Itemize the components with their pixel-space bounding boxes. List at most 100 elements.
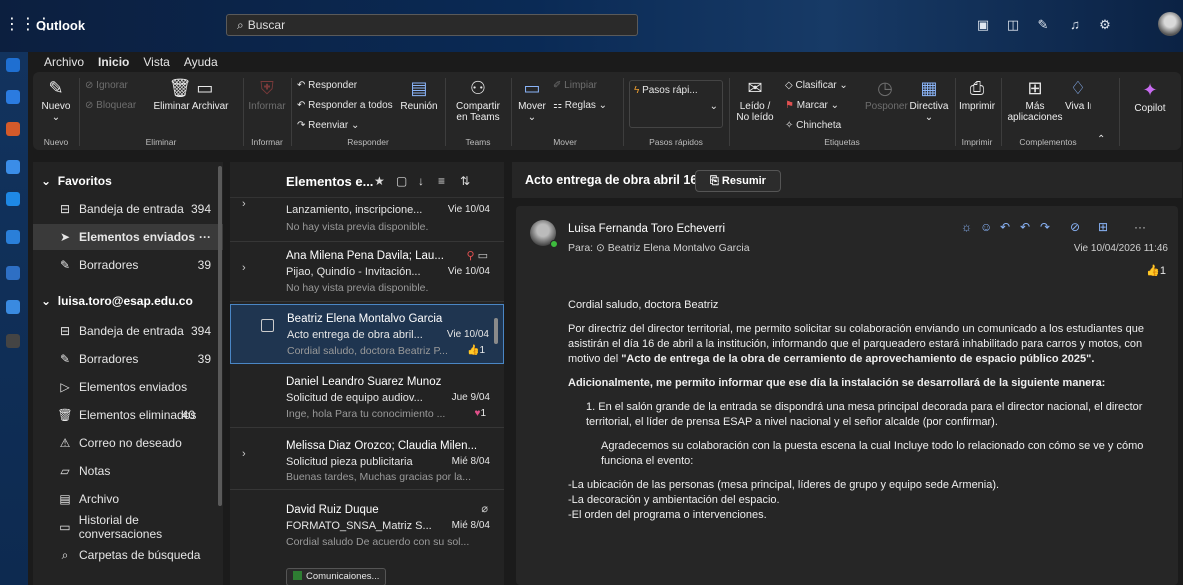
ignore-button[interactable]: ⊘ Ignorar xyxy=(85,80,128,91)
quick-steps-gallery[interactable]: ϟ Pasos rápi... ⌄ xyxy=(629,80,723,128)
sun-icon[interactable]: ☼ xyxy=(961,220,972,234)
acc-item-junk[interactable]: ⚠ Correo no deseado xyxy=(33,430,223,456)
todo-app-icon[interactable] xyxy=(6,192,20,206)
copilot-button[interactable]: ✦ Copilot xyxy=(1127,80,1173,114)
onedrive-app-icon[interactable] xyxy=(6,300,20,314)
fav-item-drafts[interactable]: ✎ Borradores 39 xyxy=(33,252,223,278)
people-app-icon[interactable] xyxy=(6,160,20,174)
filter-icon[interactable]: ≡ xyxy=(438,174,445,188)
acc-item-notes[interactable]: ▱ Notas xyxy=(33,458,223,484)
reply-icon[interactable]: ↶ xyxy=(1000,220,1010,234)
message-preview: Cordial saludo De acuerdo con su sol... xyxy=(286,536,470,548)
report-button[interactable]: ⛨ Informar xyxy=(247,78,287,112)
files-app-icon[interactable] xyxy=(6,230,20,244)
acc-item-conversation-history[interactable]: ▭ Historial de conversaciones xyxy=(33,513,223,541)
sweep-button[interactable]: ✐ Limpiar xyxy=(553,80,597,91)
collapse-ribbon-icon[interactable]: ⌃ xyxy=(1097,134,1105,145)
list-title[interactable]: Elementos e... xyxy=(286,174,373,189)
star-icon[interactable]: ★ xyxy=(374,174,385,188)
reply-all-button[interactable]: ↶ Responder a todos xyxy=(297,100,393,111)
gear-icon[interactable]: ⚙ xyxy=(1096,16,1114,34)
move-button[interactable]: ▭ Mover ⌄ xyxy=(515,78,549,123)
acc-item-deleted[interactable]: 🗑 Elementos eliminados 40 xyxy=(33,402,223,428)
expand-thread-icon[interactable]: › xyxy=(242,198,246,210)
policy-icon[interactable]: ⊘ xyxy=(1070,220,1080,234)
mail-app-icon[interactable] xyxy=(6,58,20,72)
forward-button[interactable]: ↷ Reenviar ⌄ xyxy=(297,120,359,131)
account-header[interactable]: ⌄ luisa.toro@esap.edu.co xyxy=(41,294,193,308)
acc-item-search-folders[interactable]: ⌕ Carpetas de búsqueda xyxy=(33,542,223,568)
emoji-icon[interactable]: ☺ xyxy=(980,220,992,234)
quick-steps-expand-icon[interactable]: ⌄ xyxy=(710,101,718,112)
tab-vista[interactable]: Vista xyxy=(143,52,169,74)
attachment-chip[interactable]: Comunicaiones... xyxy=(286,568,387,585)
list-item[interactable]: Daniel Leandro Suarez Munoz Solicitud de… xyxy=(230,366,504,428)
pin-button[interactable]: ✧ Chincheta xyxy=(785,120,841,131)
teams-icon[interactable]: ◫ xyxy=(1004,16,1022,34)
search-input[interactable]: ⌕ Buscar xyxy=(226,14,638,36)
ignore-label: Ignorar xyxy=(96,80,128,91)
recipient-name[interactable]: Beatriz Elena Montalvo Garcia xyxy=(608,242,750,254)
favorites-label: Favoritos xyxy=(57,174,112,188)
list-item[interactable]: David Ruiz Duque ⌀ FORMATO_SNSA_Matriz S… xyxy=(230,490,504,585)
more-actions-icon[interactable]: ··· xyxy=(1134,220,1146,234)
fav-item-sent[interactable]: ➤ Elementos enviados ··· xyxy=(33,224,223,250)
summarize-icon: ⎘ xyxy=(710,175,719,187)
quick-step-item[interactable]: ϟ Pasos rápi... xyxy=(634,85,698,96)
list-item[interactable]: › Melissa Diaz Orozco; Claudia Milen... … xyxy=(230,428,504,490)
expand-thread-icon[interactable]: › xyxy=(242,448,246,460)
message-checkbox[interactable] xyxy=(261,319,274,332)
new-button[interactable]: ✎ Nuevo ⌄ xyxy=(39,78,73,123)
summarize-button[interactable]: ⎘ Resumir xyxy=(695,170,781,192)
acc-item-inbox[interactable]: ⊟ Bandeja de entrada 394 xyxy=(33,318,223,344)
email-reaction[interactable]: 👍1 xyxy=(1146,264,1166,277)
sender-name[interactable]: Luisa Fernanda Toro Echeverri xyxy=(568,223,725,235)
selection-icon[interactable]: ▢ xyxy=(396,174,407,188)
read-unread-button[interactable]: ✉ Leído / No leído xyxy=(733,78,777,123)
feedback-icon[interactable]: ✎ xyxy=(1034,16,1052,34)
sort-order-icon[interactable]: ⇅ xyxy=(460,174,470,188)
sort-icon[interactable]: ↓ xyxy=(418,174,424,188)
list-item-selected[interactable]: Beatriz Elena Montalvo Garcia Acto entre… xyxy=(230,304,504,364)
acc-item-sent[interactable]: ▷ Elementos enviados xyxy=(33,374,223,400)
reply-button[interactable]: ↶ Responder xyxy=(297,80,357,91)
meet-now-icon[interactable]: ▣ xyxy=(974,16,992,34)
block-button[interactable]: ⊘ Bloquear xyxy=(85,100,136,111)
calendar-app-icon[interactable] xyxy=(6,90,20,104)
user-avatar[interactable] xyxy=(1158,12,1182,36)
acc-item-drafts[interactable]: ✎ Borradores 39 xyxy=(33,346,223,372)
reply-all-icon[interactable]: ↶ xyxy=(1020,220,1030,234)
delete-archive-button[interactable]: 🗑 ▭ Eliminar Archivar xyxy=(145,78,237,112)
forward-icon[interactable]: ↷ xyxy=(1040,220,1050,234)
print-button[interactable]: ⎙ Imprimir xyxy=(957,78,997,112)
copilot-app-icon[interactable] xyxy=(6,122,20,136)
tab-ayuda[interactable]: Ayuda xyxy=(184,52,218,74)
categorize-button[interactable]: ◇ Clasificar ⌄ xyxy=(785,80,848,91)
message-list-scrollbar[interactable] xyxy=(494,318,498,344)
policy-button[interactable]: ▦ Directiva ⌄ xyxy=(907,78,951,123)
meeting-button[interactable]: ▤ Reunión xyxy=(399,78,439,112)
list-item[interactable]: › Lanzamiento, inscripcione... Vie 10/04… xyxy=(230,198,504,242)
groups-app-icon[interactable] xyxy=(6,266,20,280)
rules-button[interactable]: ⚏ Reglas ⌄ xyxy=(553,100,607,111)
list-item[interactable]: › Ana Milena Pena Davila; Lau... ⚲ ▭ Pij… xyxy=(230,242,504,302)
snooze-button[interactable]: ◷ Posponer xyxy=(865,78,908,112)
flag-icon[interactable]: ⚲ ▭ xyxy=(466,249,488,262)
more-apps-icon[interactable] xyxy=(6,334,20,348)
apps-icon[interactable]: ⊞ xyxy=(1098,220,1108,234)
more-apps-button[interactable]: ⊞ Más aplicaciones xyxy=(1005,78,1065,123)
acc-item-archive[interactable]: ▤ Archivo xyxy=(33,486,223,512)
folder-more-icon[interactable]: ··· xyxy=(199,230,211,244)
flag-button[interactable]: ⚑ Marcar ⌄ xyxy=(785,100,839,111)
favorites-header[interactable]: ⌄ Favoritos xyxy=(41,174,112,188)
bell-icon[interactable]: ♫ xyxy=(1066,16,1084,34)
tab-archivo[interactable]: Archivo xyxy=(44,52,84,74)
share-teams-button[interactable]: ⚇ Compartir en Teams xyxy=(451,78,505,123)
folder-pane-scrollbar[interactable] xyxy=(218,166,222,506)
viva-insights-button[interactable]: ♢ Viva Insights xyxy=(1065,78,1091,112)
envelope-open-icon: ✉ xyxy=(747,78,763,98)
report-label: Informar xyxy=(248,101,286,112)
expand-thread-icon[interactable]: › xyxy=(242,262,246,274)
tab-inicio[interactable]: Inicio xyxy=(98,52,130,74)
fav-item-inbox[interactable]: ⊟ Bandeja de entrada 394 xyxy=(33,196,223,222)
